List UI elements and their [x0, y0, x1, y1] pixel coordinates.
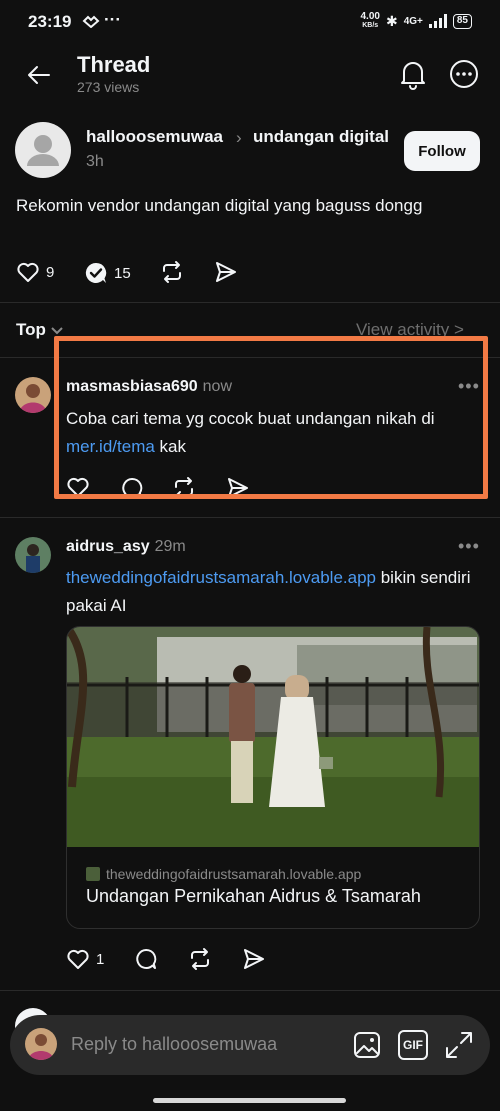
share-button[interactable] [242, 947, 266, 971]
avatar[interactable] [15, 122, 71, 178]
thread-options-button[interactable] [449, 59, 479, 89]
follow-button[interactable]: Follow [404, 131, 480, 171]
signal-icon [428, 14, 447, 28]
like-button[interactable]: 9 [16, 261, 54, 283]
like-count: 1 [96, 950, 105, 968]
gif-icon: GIF [403, 1038, 423, 1052]
reply-text: Coba cari tema yg cocok buat undangan ni… [66, 409, 435, 456]
share-button[interactable] [214, 260, 238, 284]
page-title: Thread [77, 52, 151, 77]
like-button[interactable]: 1 [66, 948, 104, 970]
battery-indicator: 85 [452, 13, 472, 29]
avatar [25, 1028, 57, 1060]
net-speed: 4.00 KB/s [360, 11, 380, 30]
like-count: 9 [46, 263, 55, 281]
default-avatar-icon [27, 135, 59, 166]
sort-label: Top [16, 320, 46, 339]
send-icon [216, 262, 236, 282]
comment-icon [136, 948, 157, 969]
image-icon [354, 1032, 380, 1058]
post-topic[interactable]: undangan digital [253, 127, 389, 147]
bell-icon [401, 62, 425, 90]
sort-dropdown[interactable]: Top [16, 320, 64, 340]
status-indicators: 4.00 KB/s ✱ 4G+ 85 [360, 12, 472, 30]
network-label: 4G+ [403, 15, 423, 27]
reply-link[interactable]: mer.id/tema [66, 437, 155, 456]
more-notifications-icon: ··· [104, 10, 121, 29]
comment-icon [122, 477, 143, 498]
repost-button[interactable] [160, 260, 184, 284]
post-username[interactable]: hallooosemuwaa [86, 127, 223, 147]
reply-input[interactable]: Reply to hallooosemuwaa [71, 1034, 277, 1055]
replied-bubble-icon [85, 262, 107, 283]
view-activity-link[interactable]: View activity > [356, 320, 464, 340]
reply-time: 29m [154, 538, 186, 555]
messenger-status-icon [82, 14, 100, 28]
reply-options-icon[interactable]: ••• [458, 536, 480, 557]
reply-link[interactable]: theweddingofaidrustsamarah.lovable.app [66, 568, 376, 587]
bluetooth-icon: ✱ [385, 12, 398, 29]
repost-icon [163, 261, 181, 283]
link-preview-card[interactable] [66, 626, 480, 929]
notifications-button[interactable] [398, 58, 428, 90]
attach-image-button[interactable] [352, 1030, 382, 1060]
gif-button[interactable]: GIF [398, 1030, 428, 1060]
avatar[interactable] [15, 377, 51, 413]
home-indicator[interactable] [153, 1098, 346, 1103]
send-icon [228, 478, 248, 498]
divider [0, 302, 500, 303]
divider [0, 357, 500, 358]
repost-icon [175, 477, 193, 499]
repost-button[interactable] [188, 947, 212, 971]
post-text: Rekomin vendor undangan digital yang bag… [16, 196, 423, 215]
reply-options-icon[interactable]: ••• [458, 376, 480, 397]
reply-button[interactable]: 15 [84, 261, 131, 285]
user-photo-icon [15, 537, 51, 573]
reply-time: now [202, 378, 233, 395]
heart-icon [67, 949, 89, 969]
reply-button[interactable] [134, 947, 158, 971]
divider [0, 990, 500, 991]
send-icon [244, 949, 264, 969]
expand-composer-button[interactable] [444, 1030, 474, 1060]
reply-username[interactable]: aidrus_asy [66, 538, 150, 555]
view-count: 273 views [77, 79, 140, 95]
user-photo-icon [25, 1028, 57, 1060]
repost-icon [191, 948, 209, 970]
heart-icon [17, 262, 39, 282]
reply-username[interactable]: masmasbiasa690 [66, 378, 198, 395]
repost-button[interactable] [172, 476, 196, 500]
more-circle-icon [450, 60, 478, 88]
user-photo-icon [15, 377, 51, 413]
reply-header: masmasbiasa690 now [66, 378, 232, 396]
reply-text: theweddingofaidrustsamarah.lovable.app b… [66, 568, 471, 615]
status-time: 23:19 [28, 12, 72, 31]
avatar[interactable] [15, 537, 51, 573]
back-button[interactable] [22, 58, 56, 92]
card-domain: theweddingofaidrustsamarah.lovable.app [86, 866, 361, 882]
like-button[interactable] [66, 476, 90, 498]
divider [0, 517, 500, 518]
post-time: 3h [86, 153, 104, 170]
expand-icon [446, 1032, 472, 1058]
preview-image [67, 627, 479, 847]
back-arrow-icon [28, 66, 50, 84]
chevron-right-icon: › [236, 128, 242, 147]
share-button[interactable] [226, 476, 250, 500]
reply-count: 15 [114, 264, 131, 282]
reply-button[interactable] [120, 476, 144, 500]
heart-icon [67, 477, 89, 497]
card-title: Undangan Pernikahan Aidrus & Tsamarah [86, 886, 421, 906]
reply-header: aidrus_asy 29m [66, 538, 186, 556]
chevron-down-icon [51, 327, 63, 335]
site-favicon-icon [86, 867, 100, 881]
